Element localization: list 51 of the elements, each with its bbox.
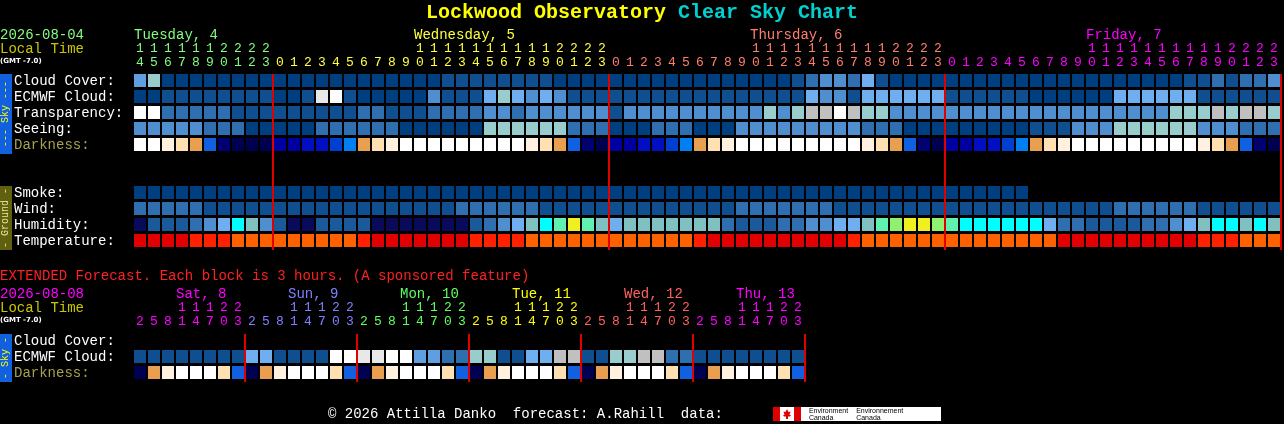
local-time-label: Local Time — [0, 301, 84, 315]
hour-tens: 11111111112222 — [752, 42, 949, 56]
forecast-date: 2026-08-04 — [0, 28, 84, 42]
row-label: Transparency: — [14, 106, 125, 122]
credit-text: © 2026 Attilla Danko forecast: A.Rahill data: — [328, 406, 723, 422]
hour-digits: 25814703 — [695, 315, 806, 329]
hour-tens: 11122 — [402, 301, 472, 315]
hour-digits: 4567890123 — [135, 56, 274, 70]
hour-digits: 25814703 — [359, 315, 470, 329]
hour-digits: 012345678901234567890123 — [611, 56, 946, 70]
chart-title: Clear Sky Chart — [678, 0, 859, 24]
hour-tens: 11111111112222 — [1088, 42, 1284, 56]
day-label: Thu, 13 — [736, 287, 795, 301]
day-label: Tuesday, 4 — [134, 28, 218, 42]
hour-digits: 012345678901234567890123 — [275, 56, 610, 70]
hour-digits: 25814703 — [471, 315, 582, 329]
row-label: ECMWF Cloud: — [14, 90, 116, 106]
hour-tens: 11111111112222 — [416, 42, 613, 56]
hour-digits: 25814703 — [583, 315, 694, 329]
forecast-date: 2026-08-08 — [0, 287, 84, 301]
local-time-label: Local Time — [0, 42, 84, 56]
row-label: Wind: — [14, 202, 57, 218]
day-label: Friday, 7 — [1086, 28, 1162, 42]
hour-digits: 25814703 — [247, 315, 358, 329]
extended-notice: EXTENDED Forecast. Each block is 3 hours. (A sponsored feature) — [0, 268, 531, 284]
day-label: Mon, 10 — [400, 287, 459, 301]
day-label: Sat, 8 — [176, 287, 227, 301]
row-label: Seeing: — [14, 122, 74, 138]
hour-tens: 11122 — [290, 301, 360, 315]
row-label: Temperature: — [14, 234, 116, 250]
row-label: Humidity: — [14, 218, 91, 234]
day-label: Tue, 11 — [512, 287, 571, 301]
row-label: Darkness: — [14, 138, 91, 154]
hour-tens: 1111112222 — [136, 42, 276, 56]
day-label: Wednesday, 5 — [414, 28, 515, 42]
row-label: ECMWF Cloud: — [14, 350, 116, 366]
hour-digits: 25814703 — [135, 315, 246, 329]
hour-digits: 012345678901234567890123 — [947, 56, 1282, 70]
row-label: Cloud Cover: — [14, 334, 116, 350]
observatory-name: Lockwood Observatory — [425, 0, 666, 24]
row-label: Cloud Cover: — [14, 74, 116, 90]
day-label: Thursday, 6 — [750, 28, 843, 42]
hour-tens: 11122 — [738, 301, 808, 315]
row-label: Darkness: — [14, 366, 91, 382]
flag-icon — [772, 407, 801, 421]
hour-tens: 11122 — [178, 301, 248, 315]
row-label: Smoke: — [14, 186, 66, 202]
day-label: Wed, 12 — [624, 287, 683, 301]
hour-tens: 11122 — [514, 301, 584, 315]
hour-tens: 11122 — [626, 301, 696, 315]
day-label: Sun, 9 — [288, 287, 339, 301]
